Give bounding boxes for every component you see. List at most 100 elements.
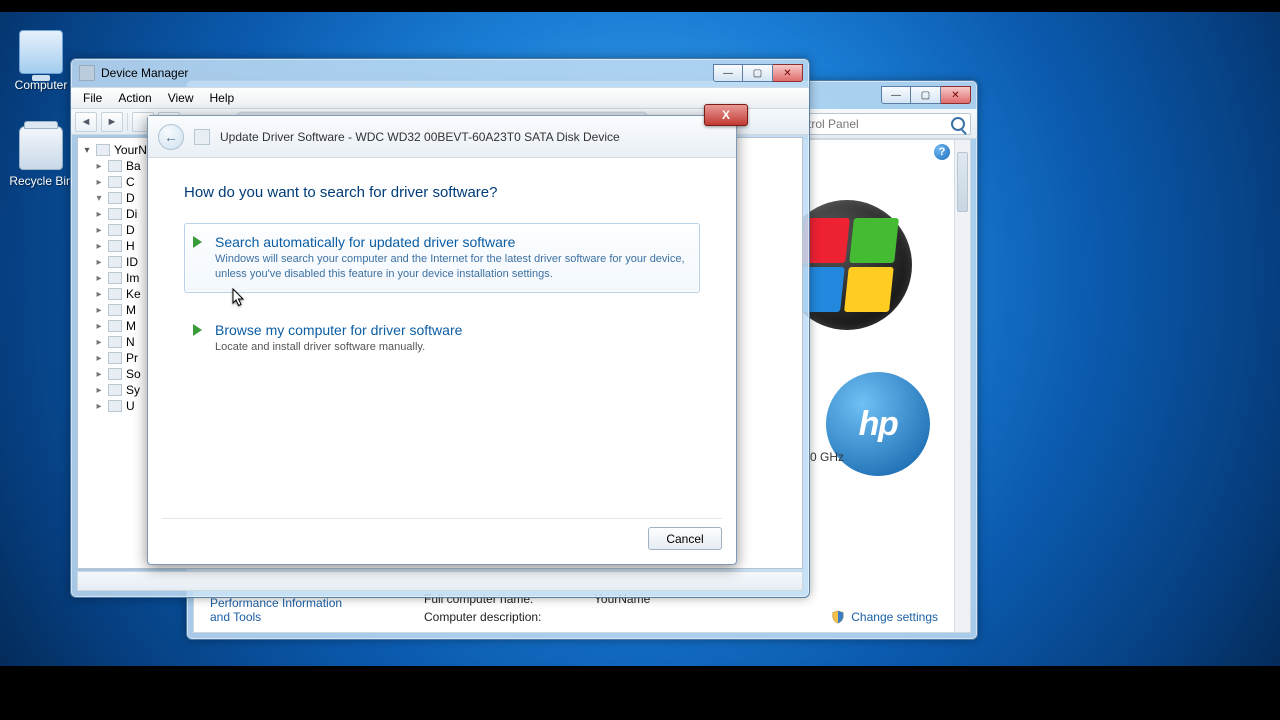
close-button[interactable]: ✕ xyxy=(773,64,803,82)
chevron-right-icon[interactable]: ▸ xyxy=(94,209,104,220)
tree-item-label: Im xyxy=(126,271,139,285)
sidebar-link-performance[interactable]: Performance Information and Tools xyxy=(210,596,360,624)
chevron-right-icon[interactable]: ▸ xyxy=(94,241,104,252)
wizard-body: How do you want to search for driver sof… xyxy=(162,168,722,516)
drive-icon xyxy=(194,129,210,145)
tree-item-label: Ke xyxy=(126,287,141,301)
device-category-icon xyxy=(108,368,122,380)
menu-view[interactable]: View xyxy=(160,89,202,107)
back-button[interactable]: ← xyxy=(158,124,184,150)
menu-file[interactable]: File xyxy=(75,89,110,107)
device-category-icon xyxy=(108,384,122,396)
device-category-icon xyxy=(108,400,122,412)
tree-item-label: D xyxy=(126,191,135,205)
scrollbar[interactable] xyxy=(954,140,970,632)
change-settings-label: Change settings xyxy=(851,610,938,624)
minimize-button[interactable]: — xyxy=(713,64,743,82)
option-description: Locate and install driver software manua… xyxy=(215,340,687,355)
device-category-icon xyxy=(108,272,122,284)
search-input[interactable]: trol Panel xyxy=(801,113,971,135)
chevron-right-icon[interactable]: ▾ xyxy=(94,193,104,204)
arrow-right-icon xyxy=(193,324,202,336)
arrow-right-icon xyxy=(193,236,202,248)
chevron-right-icon[interactable]: ▸ xyxy=(94,337,104,348)
chevron-right-icon[interactable]: ▸ xyxy=(94,305,104,316)
search-icon xyxy=(951,117,965,131)
tree-item-label: U xyxy=(126,399,135,413)
option-title: Search automatically for updated driver … xyxy=(215,234,687,250)
close-button[interactable]: X xyxy=(704,104,748,126)
minimize-button[interactable]: — xyxy=(881,86,911,104)
chevron-right-icon[interactable]: ▸ xyxy=(94,225,104,236)
status-bar xyxy=(77,571,803,591)
wizard-title: Update Driver Software - WDC WD32 00BEVT… xyxy=(220,130,620,144)
search-visible-text: trol Panel xyxy=(808,117,859,131)
window-title: Device Manager xyxy=(101,66,713,80)
device-category-icon xyxy=(108,176,122,188)
chevron-right-icon[interactable]: ▸ xyxy=(94,401,104,412)
chevron-right-icon[interactable]: ▸ xyxy=(94,257,104,268)
device-category-icon xyxy=(108,208,122,220)
cancel-button[interactable]: Cancel xyxy=(648,527,722,550)
tree-item-label: M xyxy=(126,319,136,333)
wizard-header: ← Update Driver Software - WDC WD32 00BE… xyxy=(148,116,736,158)
chevron-right-icon[interactable]: ▸ xyxy=(94,161,104,172)
menu-bar: File Action View Help xyxy=(71,87,809,109)
shield-icon xyxy=(831,610,845,624)
wizard-footer: Cancel xyxy=(162,518,722,552)
device-category-icon xyxy=(108,224,122,236)
toolbar-forward-button[interactable]: ► xyxy=(101,112,123,132)
chevron-right-icon[interactable]: ▸ xyxy=(94,273,104,284)
device-category-icon xyxy=(108,192,122,204)
chevron-right-icon[interactable]: ▸ xyxy=(94,369,104,380)
recycle-bin-icon xyxy=(19,126,63,170)
chevron-right-icon[interactable]: ▸ xyxy=(94,385,104,396)
wizard-heading: How do you want to search for driver sof… xyxy=(184,184,700,201)
menu-action[interactable]: Action xyxy=(110,89,159,107)
device-category-icon xyxy=(108,240,122,252)
change-settings-link[interactable]: Change settings xyxy=(831,610,938,624)
tree-item-label: C xyxy=(126,175,135,189)
chevron-right-icon[interactable]: ▸ xyxy=(94,353,104,364)
device-manager-icon xyxy=(79,65,95,81)
toolbar-back-button[interactable]: ◄ xyxy=(75,112,97,132)
desktop-icon-label: Recycle Bin xyxy=(4,174,78,188)
tree-item-label: H xyxy=(126,239,135,253)
chevron-right-icon[interactable]: ▸ xyxy=(94,177,104,188)
help-icon[interactable]: ? xyxy=(934,144,950,160)
menu-help[interactable]: Help xyxy=(202,89,243,107)
chevron-right-icon[interactable]: ▸ xyxy=(94,321,104,332)
tree-item-label: M xyxy=(126,303,136,317)
tree-item-label: Pr xyxy=(126,351,138,365)
maximize-button[interactable]: ▢ xyxy=(911,86,941,104)
device-category-icon xyxy=(108,160,122,172)
option-title: Browse my computer for driver software xyxy=(215,322,687,338)
option-search-automatically[interactable]: Search automatically for updated driver … xyxy=(184,223,700,293)
tree-item-label: Sy xyxy=(126,383,140,397)
tree-item-label: N xyxy=(126,335,135,349)
desktop: Computer Recycle Bin — ▢ ✕ trol Panel ? xyxy=(0,12,1280,666)
computer-description-label: Computer description: xyxy=(424,610,564,624)
chevron-down-icon[interactable]: ▾ xyxy=(82,145,92,156)
device-category-icon xyxy=(108,288,122,300)
device-category-icon xyxy=(108,256,122,268)
desktop-icon-recycle-bin[interactable]: Recycle Bin xyxy=(4,126,78,188)
device-category-icon xyxy=(108,320,122,332)
tree-item-label: Di xyxy=(126,207,137,221)
tree-item-label: Ba xyxy=(126,159,141,173)
chevron-right-icon[interactable]: ▸ xyxy=(94,289,104,300)
scrollbar-thumb[interactable] xyxy=(957,152,968,212)
tree-item-label: ID xyxy=(126,255,138,269)
tree-item-label: D xyxy=(126,223,135,237)
maximize-button[interactable]: ▢ xyxy=(743,64,773,82)
option-browse-computer[interactable]: Browse my computer for driver software L… xyxy=(184,311,700,366)
option-description: Windows will search your computer and th… xyxy=(215,252,687,282)
computer-node-icon xyxy=(96,144,110,156)
desktop-icon-computer[interactable]: Computer xyxy=(4,30,78,92)
device-category-icon xyxy=(108,352,122,364)
computer-icon xyxy=(19,30,63,74)
titlebar[interactable]: Device Manager — ▢ ✕ xyxy=(71,59,809,87)
device-category-icon xyxy=(108,304,122,316)
close-button[interactable]: ✕ xyxy=(941,86,971,104)
device-category-icon xyxy=(108,336,122,348)
